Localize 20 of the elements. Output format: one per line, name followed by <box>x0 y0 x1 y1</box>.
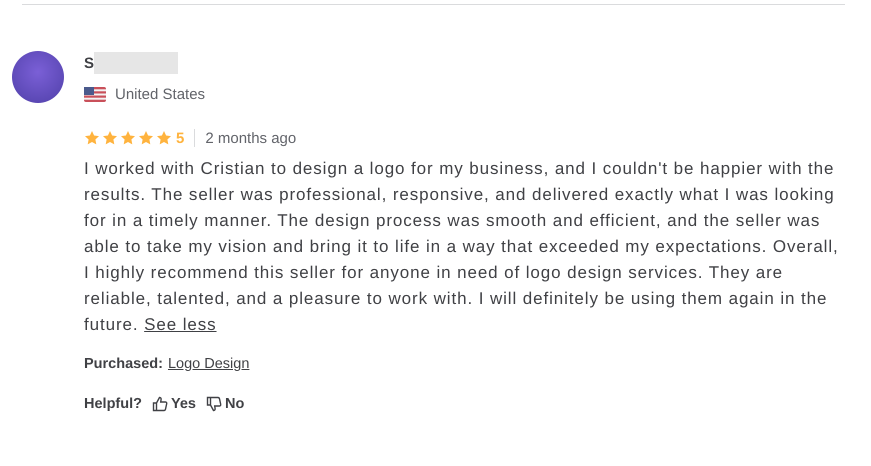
purchased-label: Purchased: <box>84 356 163 372</box>
purchased-item-link[interactable]: Logo Design <box>168 356 250 372</box>
star-icon <box>102 130 118 146</box>
yes-button[interactable]: Yes <box>152 396 196 412</box>
no-button[interactable]: No <box>206 396 244 412</box>
star-icon <box>138 130 154 146</box>
thumbs-up-icon <box>152 396 168 412</box>
thumbs-down-icon <box>206 396 222 412</box>
avatar-circle <box>12 51 64 103</box>
flag-icon <box>84 86 106 102</box>
star-icon <box>120 130 136 146</box>
review-time: 2 months ago <box>205 130 296 146</box>
rating-score: 5 <box>176 130 184 146</box>
country-label: United States <box>115 86 206 102</box>
star-icon <box>84 130 100 146</box>
see-less-link[interactable]: See less <box>144 315 217 334</box>
star-icon <box>156 130 172 146</box>
helpful-label: Helpful? <box>84 396 142 412</box>
review-text: I worked with Cristian to design a logo for my business, and I couldn't be happier with the results. The seller was professional, responsive, and delivered exactly what I was looking for in a timely manner. The design process was smooth and efficient, and the seller was able to take my vision and bring it to life in a way that exceeded my expectations. Overall, I highly recommend this seller for anyone in need of logo design services. They are reliable, talented, and a pleasure to work with. I will definitely be using them again in the future. See less <box>84 158 840 336</box>
reviewer-name: S <box>84 54 94 72</box>
